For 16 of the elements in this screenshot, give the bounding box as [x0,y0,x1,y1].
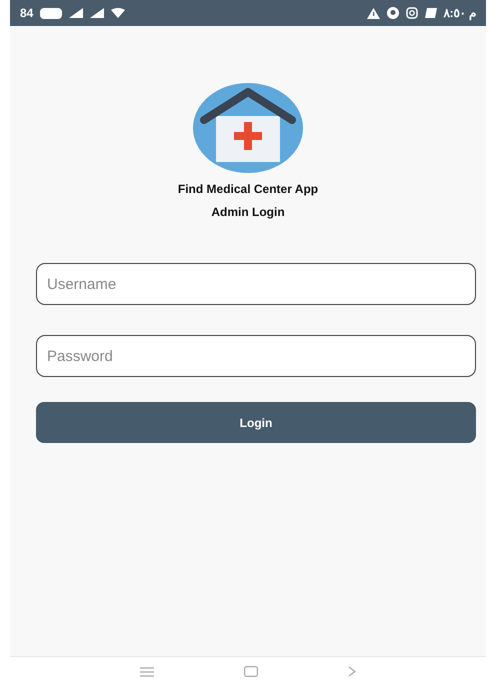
battery-level: 84 [20,6,34,20]
password-field[interactable]: Password [36,335,476,377]
page-subtitle: Admin Login [211,205,285,219]
app-title: Find Medical Center App [178,182,318,196]
home-icon[interactable] [244,666,258,677]
menu-icon[interactable] [140,666,154,676]
signal-icon [90,8,104,18]
wifi-icon [111,8,126,18]
clock: م ٨:٥٠ [444,6,476,20]
signal-icon [69,8,84,18]
warning-icon [366,8,380,18]
battery-icon [40,8,62,18]
camera-icon [406,7,418,19]
back-icon[interactable] [348,666,356,677]
username-field[interactable]: Username [36,263,476,305]
login-button[interactable]: Login [36,402,476,443]
